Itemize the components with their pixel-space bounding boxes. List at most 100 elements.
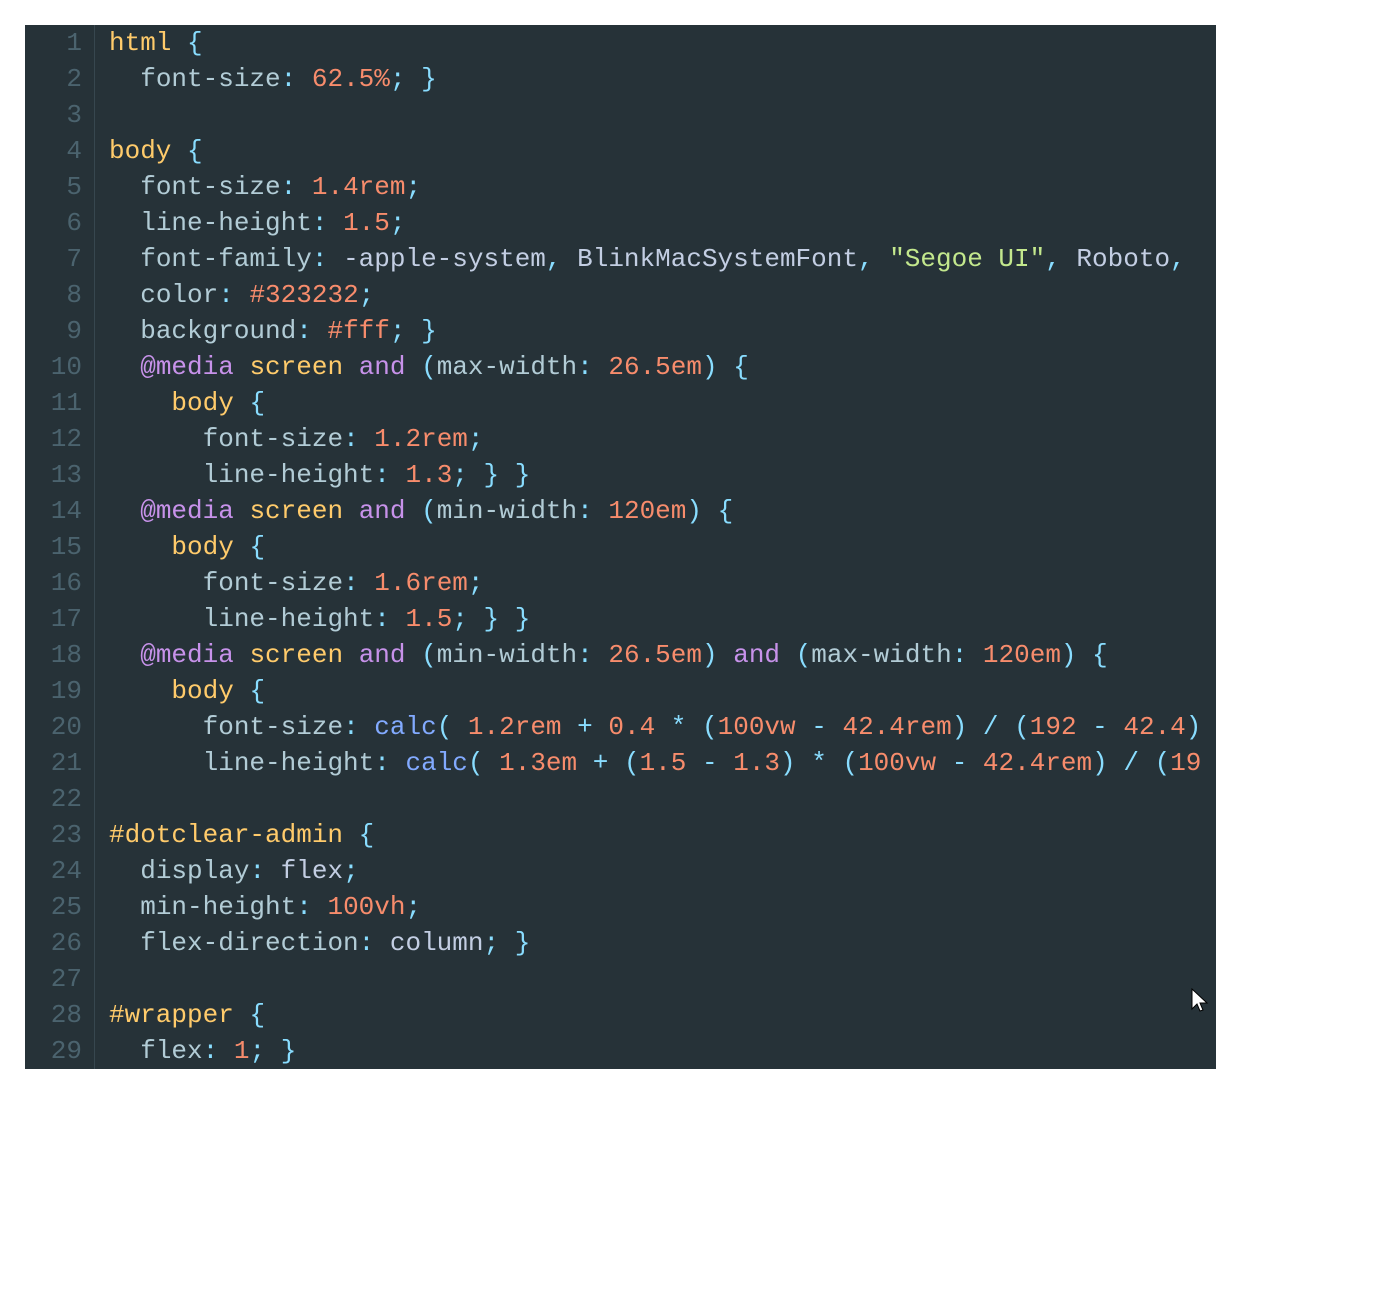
code-content[interactable]: font-size: 62.5%; } [95, 61, 437, 97]
code-content[interactable]: flex-direction: column; } [95, 925, 530, 961]
token-op: ( [702, 712, 718, 742]
token-tag: screen [249, 352, 343, 382]
token-op: : [374, 460, 390, 490]
token-op: : [374, 748, 390, 778]
token-val [999, 712, 1015, 742]
token-op: { [1092, 640, 1108, 670]
line-number: 27 [25, 961, 95, 997]
token-op: ; [483, 928, 499, 958]
code-line[interactable]: 15 body { [25, 529, 1216, 565]
code-content[interactable]: font-size: 1.4rem; [95, 169, 421, 205]
code-line[interactable]: 5 font-size: 1.4rem; [25, 169, 1216, 205]
code-content[interactable]: #dotclear-admin { [95, 817, 374, 853]
token-num: 1.3 [405, 460, 452, 490]
token-val [936, 748, 952, 778]
code-content[interactable]: @media screen and (min-width: 26.5em) an… [95, 637, 1108, 673]
token-val [296, 172, 312, 202]
token-num: 42.4 [1123, 712, 1185, 742]
token-op: ( [796, 640, 812, 670]
code-content[interactable]: min-height: 100vh; [95, 889, 421, 925]
token-val [109, 1036, 140, 1066]
token-val [827, 712, 843, 742]
code-editor[interactable]: 1html {2 font-size: 62.5%; }3 4body {5 f… [25, 25, 1216, 1069]
token-val [109, 280, 140, 310]
code-line[interactable]: 19 body { [25, 673, 1216, 709]
code-line[interactable]: 7 font-family: -apple-system, BlinkMacSy… [25, 241, 1216, 277]
code-content[interactable]: font-size: calc( 1.2rem + 0.4 * (100vw -… [95, 709, 1201, 745]
token-tag: body [109, 136, 171, 166]
code-line[interactable]: 25 min-height: 100vh; [25, 889, 1216, 925]
line-number: 23 [25, 817, 95, 853]
code-content[interactable]: @media screen and (min-width: 120em) { [95, 493, 733, 529]
code-content[interactable]: background: #fff; } [95, 313, 437, 349]
code-line[interactable]: 22 [25, 781, 1216, 817]
token-num: 42.4rem [842, 712, 951, 742]
code-line[interactable]: 20 font-size: calc( 1.2rem + 0.4 * (100v… [25, 709, 1216, 745]
token-op: ( [421, 496, 437, 526]
code-line[interactable]: 26 flex-direction: column; } [25, 925, 1216, 961]
code-content[interactable]: font-family: -apple-system, BlinkMacSyst… [95, 241, 1186, 277]
code-content[interactable]: body { [95, 529, 265, 565]
token-op: - [811, 712, 827, 742]
code-line[interactable]: 27 [25, 961, 1216, 997]
token-op: ; [405, 892, 421, 922]
code-line[interactable]: 1html { [25, 25, 1216, 61]
token-val [655, 712, 671, 742]
code-content[interactable]: @media screen and (max-width: 26.5em) { [95, 349, 749, 385]
token-op: ) [1186, 712, 1202, 742]
code-content[interactable]: line-height: 1.5; [95, 205, 406, 241]
token-op: : [343, 424, 359, 454]
token-val [109, 496, 140, 526]
code-content[interactable] [95, 781, 125, 817]
token-kw: and [733, 640, 780, 670]
code-content[interactable]: font-size: 1.2rem; [95, 421, 484, 457]
code-line[interactable]: 9 background: #fff; } [25, 313, 1216, 349]
code-line[interactable]: 2 font-size: 62.5%; } [25, 61, 1216, 97]
line-number: 28 [25, 997, 95, 1033]
code-content[interactable] [95, 97, 125, 133]
code-line[interactable]: 29 flex: 1; } [25, 1033, 1216, 1069]
code-content[interactable]: line-height: calc( 1.3em + (1.5 - 1.3) *… [95, 745, 1201, 781]
code-line[interactable]: 12 font-size: 1.2rem; [25, 421, 1216, 457]
code-line[interactable]: 18 @media screen and (min-width: 26.5em)… [25, 637, 1216, 673]
token-prop: line-height [203, 604, 375, 634]
code-line[interactable]: 13 line-height: 1.3; } } [25, 457, 1216, 493]
code-line[interactable]: 28#wrapper { [25, 997, 1216, 1033]
token-val [109, 388, 171, 418]
code-line[interactable]: 23#dotclear-admin { [25, 817, 1216, 853]
code-content[interactable]: font-size: 1.6rem; [95, 565, 484, 601]
code-line[interactable]: 11 body { [25, 385, 1216, 421]
code-line[interactable]: 8 color: #323232; [25, 277, 1216, 313]
code-content[interactable]: body { [95, 385, 265, 421]
code-content[interactable]: flex: 1; } [95, 1033, 296, 1069]
token-op: ; [359, 280, 375, 310]
token-val [827, 748, 843, 778]
token-op: } [515, 928, 531, 958]
token-op: ) [952, 712, 968, 742]
code-line[interactable]: 16 font-size: 1.6rem; [25, 565, 1216, 601]
code-line[interactable]: 24 display: flex; [25, 853, 1216, 889]
code-line[interactable]: 4body { [25, 133, 1216, 169]
code-content[interactable] [95, 961, 125, 997]
line-number: 12 [25, 421, 95, 457]
code-line[interactable]: 21 line-height: calc( 1.3em + (1.5 - 1.3… [25, 745, 1216, 781]
code-line[interactable]: 3 [25, 97, 1216, 133]
token-op: ( [421, 352, 437, 382]
code-line[interactable]: 17 line-height: 1.5; } } [25, 601, 1216, 637]
code-content[interactable]: #wrapper { [95, 997, 265, 1033]
token-val [265, 1036, 281, 1066]
code-line[interactable]: 14 @media screen and (min-width: 120em) … [25, 493, 1216, 529]
line-number: 4 [25, 133, 95, 169]
code-content[interactable]: display: flex; [95, 853, 359, 889]
token-val [359, 424, 375, 454]
code-content[interactable]: body { [95, 673, 265, 709]
token-op: } [515, 604, 531, 634]
code-content[interactable]: color: #323232; [95, 277, 374, 313]
code-content[interactable]: line-height: 1.3; } } [95, 457, 530, 493]
token-val [452, 712, 468, 742]
code-line[interactable]: 10 @media screen and (max-width: 26.5em)… [25, 349, 1216, 385]
code-content[interactable]: html { [95, 25, 203, 61]
code-line[interactable]: 6 line-height: 1.5; [25, 205, 1216, 241]
code-content[interactable]: body { [95, 133, 203, 169]
code-content[interactable]: line-height: 1.5; } } [95, 601, 530, 637]
